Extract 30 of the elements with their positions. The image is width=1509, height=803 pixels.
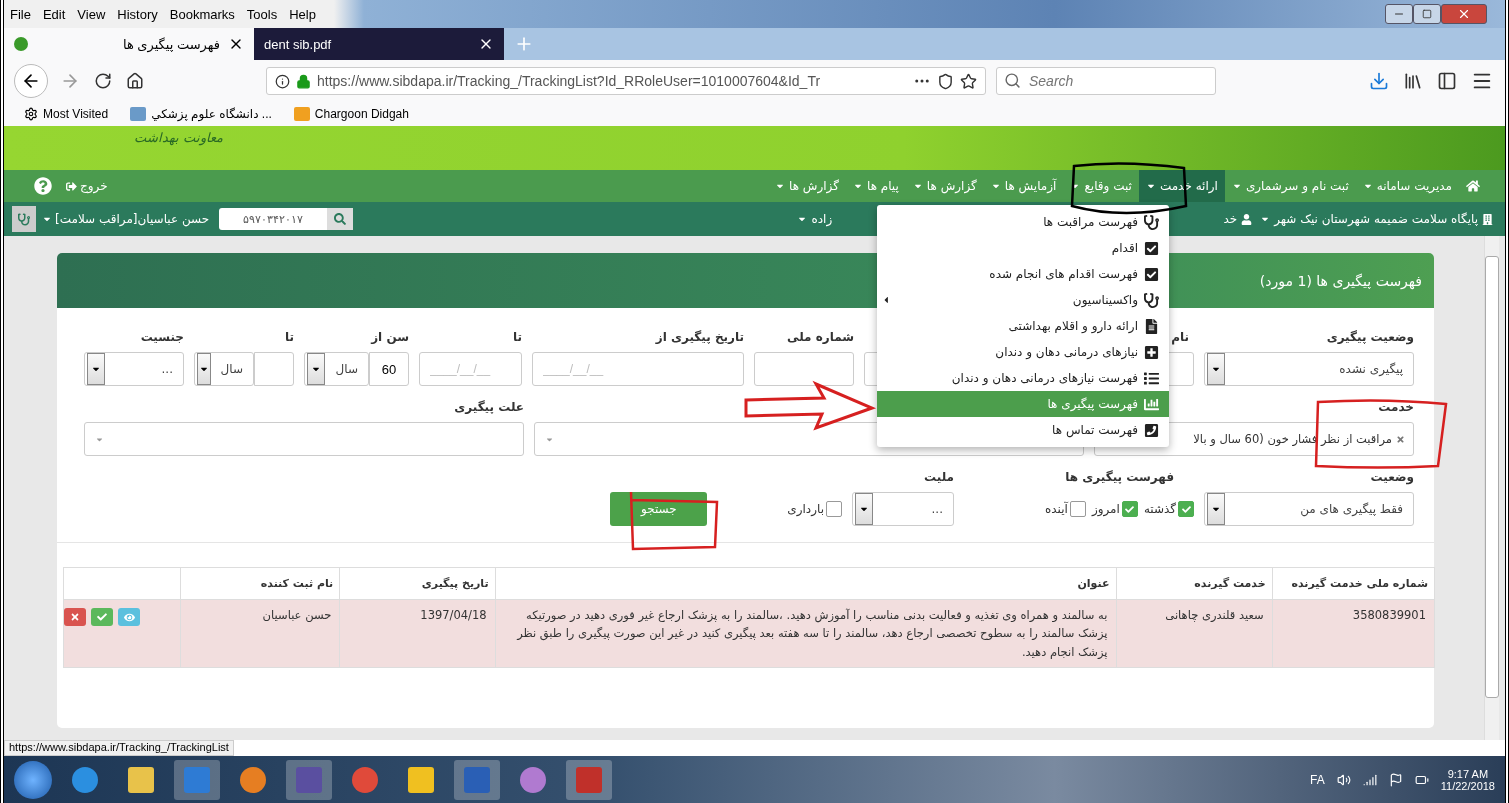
table-cell: به سالمند و همراه وی تغذیه و فعالیت بدنی مناسب را آموزش دهید. ،سالمند را به پزشک ارجاع غیر فوری دهید در صورتیکه پزشک سالمند را به سطوح تخصصی ارجاع دهد، سالمند را تا سه هفته بعد پیگیری کنید در غیر این صورت پیگیری را طبق نظر پزشک انجام دهید. <box>495 599 1116 668</box>
checkbox-label: بارداری <box>787 502 824 516</box>
table-cell: 3580839901 <box>1272 599 1435 668</box>
field-label: سن از <box>371 330 409 346</box>
checkbox-label: گذشته <box>1143 502 1176 516</box>
field-label: ملیت <box>924 470 954 486</box>
field-label: تا <box>513 330 522 346</box>
checkbox-label: امروز <box>1091 502 1120 516</box>
column-header: نام ثبت کننده <box>180 567 340 600</box>
table-cell: سعید قلندری چاهانی <box>1116 599 1273 668</box>
checkbox-label: آینده <box>1045 502 1068 516</box>
column-header: عنوان <box>495 567 1116 600</box>
column-header: خدمت گیرنده <box>1116 567 1273 600</box>
field-label: فهرست پیگیری ها <box>1065 470 1175 486</box>
field-label: تا <box>285 330 294 346</box>
field-label: خدمت <box>1378 400 1414 416</box>
field-label: وضعیت <box>1370 470 1414 486</box>
field-label: وضعیت پیگیری <box>1326 330 1414 346</box>
status-url: https://www.sibdapa.ir/Tracking_/TrackingList <box>4 740 234 756</box>
field-label: نام <box>1171 330 1190 346</box>
table-cell: حسن عباسیان <box>180 599 340 668</box>
field-label: تاریخ پیگیری از <box>655 330 744 346</box>
column-header: شماره ملی خدمت گیرنده <box>1272 567 1435 600</box>
card-title: فهرست پیگیری ها (1 مورد) <box>1259 272 1422 289</box>
column-header: تاریخ پیگیری <box>339 567 496 600</box>
field-label: شماره ملی <box>787 330 854 346</box>
field-label: جنسیت <box>140 330 184 346</box>
logo-text: معاونت بهداشت <box>134 130 224 145</box>
field-label: علت پیگیری <box>454 400 524 416</box>
table-cell: 1397/04/18 <box>339 599 496 668</box>
